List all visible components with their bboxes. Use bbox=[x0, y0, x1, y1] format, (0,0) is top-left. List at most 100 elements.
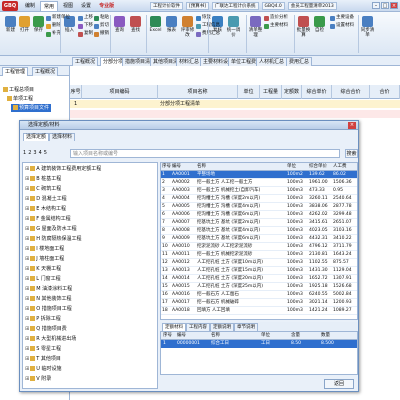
ribbon-small-button[interactable]: 设置材料 bbox=[330, 23, 354, 29]
ribbon-small-button[interactable]: 新建单位 bbox=[46, 15, 70, 21]
work-tab[interactable]: 人材机汇总 bbox=[256, 57, 288, 66]
chapter-item[interactable]: ⊞ B 桩基工程 bbox=[25, 175, 61, 184]
ribbon-small-button[interactable]: 撤销 bbox=[94, 31, 109, 37]
menu-item[interactable]: 视图 bbox=[60, 1, 76, 11]
chapter-item[interactable]: ⊞ K 天棚工程 bbox=[25, 265, 61, 274]
chapter-item[interactable]: ⊞ J 墙柱面工程 bbox=[25, 255, 64, 264]
menu-item[interactable]: 专业版 bbox=[96, 1, 117, 11]
ribbon-button[interactable]: 统一调价 bbox=[226, 16, 241, 38]
ribbon-small-button[interactable]: 删除 bbox=[46, 23, 61, 29]
ribbon-small-button[interactable]: 粘贴 bbox=[94, 15, 109, 21]
quota-row[interactable]: 2 AA0002 挖一般土方 人工挖一般土方 100m3 1961.00 1506.36 bbox=[161, 179, 357, 187]
ribbon-button[interactable]: 保存 bbox=[31, 16, 46, 33]
ribbon-button[interactable]: 评审修改 bbox=[180, 16, 195, 38]
detail-tab[interactable]: 定额说明 bbox=[210, 323, 234, 331]
chapter-item[interactable]: ⊞ D 混凝土工程 bbox=[25, 195, 67, 204]
ribbon-small-button[interactable]: 主要材料 bbox=[264, 23, 288, 29]
project-tab[interactable]: 工程管理 bbox=[2, 67, 29, 76]
work-tab[interactable]: 工程概况 bbox=[72, 57, 99, 66]
ribbon-button[interactable]: 查找 bbox=[128, 16, 143, 33]
minimize-icon[interactable]: – bbox=[372, 2, 380, 9]
chapter-item[interactable]: ⊞ S 零星工程 bbox=[25, 345, 61, 354]
chapter-item[interactable]: ⊞ P 拆除工程 bbox=[25, 315, 61, 324]
quota-row[interactable]: 1 AA0001 平整场地 100m2 139.62 86.02 bbox=[161, 171, 357, 179]
quota-row[interactable]: 18 AA0018 回填方 人工回填 100m3 1421.24 1089.27 bbox=[161, 307, 357, 315]
dialog-tab[interactable]: 选择材料 bbox=[49, 133, 76, 141]
quota-row[interactable]: 11 AA0011 挖一般土方 机械挖淤泥流砂 100m3 2130.81 1643.24 bbox=[161, 251, 357, 259]
ribbon-small-button[interactable]: 上移 bbox=[78, 15, 93, 21]
search-button[interactable]: 搜索 bbox=[345, 149, 358, 158]
quota-row[interactable]: 4 AA0004 挖沟槽土方 沟槽 (深度2m以内) 100m3 3260.11 2540… bbox=[161, 195, 357, 203]
dialog-tab[interactable]: 选择定额 bbox=[23, 133, 50, 141]
chapter-item[interactable]: ⊞ R 大型机械进出场 bbox=[25, 335, 76, 344]
chapter-item[interactable]: ⊞ O 措施项目工程 bbox=[25, 305, 72, 314]
level-button[interactable]: 4 bbox=[39, 150, 42, 157]
return-button[interactable]: 返回 bbox=[324, 379, 354, 389]
project-tab[interactable]: 工程概况 bbox=[32, 67, 59, 76]
level-button[interactable]: 1 bbox=[23, 150, 26, 157]
quota-row[interactable]: 10 AA0010 挖淤泥流砂 人工挖淤泥流砂 100m3 4796.12 3711.79 bbox=[161, 243, 357, 251]
chapter-item[interactable]: ⊞ Q 措施项目费 bbox=[25, 325, 67, 334]
chapter-item[interactable]: ⊞ U 临时设施 bbox=[25, 365, 61, 374]
dialog-close-icon[interactable]: × bbox=[348, 122, 356, 129]
quota-row[interactable]: 13 AA0013 人工挖孔桩 土方 (深度15m以内) 100m3 1431.30 11… bbox=[161, 267, 357, 275]
chapter-item[interactable]: ⊞ C 砌筑工程 bbox=[25, 185, 61, 194]
level-button[interactable]: 5 bbox=[44, 150, 47, 157]
ribbon-button[interactable]: 自检 bbox=[312, 16, 327, 33]
menu-item[interactable]: 常用 bbox=[40, 1, 59, 11]
quota-row[interactable]: 3 AA0003 挖一般土方 机械挖土(自卸汽车) 100m3 473.33 0.95 bbox=[161, 187, 357, 195]
quota-row[interactable]: 14 AA0014 人工挖孔桩 土方 (深度20m以内) 100m3 1652.72 13… bbox=[161, 275, 357, 283]
detail-tab[interactable]: 工程内容 bbox=[186, 323, 210, 331]
chapter-item[interactable]: ⊞ H 防腐隔热保温工程 bbox=[25, 235, 82, 244]
level-button[interactable]: 2 bbox=[28, 150, 31, 157]
ribbon-button[interactable]: 批量换算 bbox=[296, 16, 311, 38]
maximize-icon[interactable]: □ bbox=[381, 2, 389, 9]
ribbon-button[interactable]: 报表 bbox=[164, 16, 179, 33]
ribbon-button[interactable]: 同步清单 bbox=[360, 16, 375, 38]
quota-row[interactable]: 8 AA0008 挖基坑土方 基坑 (深度4m以内) 100m3 4023.05 3103… bbox=[161, 227, 357, 235]
quota-row[interactable]: 15 AA0015 人工挖孔桩 土方 (深度25m以内) 100m3 1925.18 15… bbox=[161, 283, 357, 291]
ribbon-button[interactable]: 查询 bbox=[112, 16, 127, 33]
quota-row[interactable]: 6 AA0006 挖沟槽土方 沟槽 (深度6m以内) 100m3 4262.02 3299… bbox=[161, 211, 357, 219]
close-icon[interactable]: × bbox=[390, 2, 398, 9]
detail-tab[interactable]: 章节说明 bbox=[234, 323, 258, 331]
ribbon-small-button[interactable]: 补充 bbox=[46, 31, 61, 37]
quota-row[interactable]: 7 AA0007 挖基坑土方 基坑 (深度2m以内) 100m3 3415.61 2651… bbox=[161, 219, 357, 227]
search-input[interactable]: 输入项目名称或编号 bbox=[70, 149, 340, 158]
menu-item[interactable]: 设置 bbox=[78, 1, 94, 11]
detail-row[interactable]: 1 00000001 综合工日 工日 8.50 8.500 bbox=[161, 340, 357, 348]
menu-item[interactable]: 编制 bbox=[22, 1, 38, 11]
ribbon-button[interactable]: 新建 bbox=[3, 16, 18, 33]
work-tab[interactable]: 费用汇总 bbox=[286, 57, 313, 66]
quota-row[interactable]: 12 AA0012 人工挖孔桩 土方 (深度10m以内) 100m3 1102.55 87… bbox=[161, 259, 357, 267]
ribbon-small-button[interactable]: 下移 bbox=[78, 23, 93, 29]
chapter-item[interactable]: ⊞ A 建筑装饰工程费用定额工程 bbox=[25, 165, 101, 174]
chapter-item[interactable]: ⊞ I 楼地面工程 bbox=[25, 245, 64, 254]
tree-item[interactable]: 预算项目文件 bbox=[11, 104, 52, 112]
ribbon-small-button[interactable]: 剪切 bbox=[94, 23, 109, 29]
chapter-item[interactable]: ⊞ L 门窗工程 bbox=[25, 275, 61, 284]
chapter-item[interactable]: ⊞ T 其他项目 bbox=[25, 355, 61, 364]
grid-row[interactable]: 1 分部分项工程清单 bbox=[70, 100, 400, 108]
ribbon-button[interactable]: Excel bbox=[148, 16, 163, 33]
work-tab[interactable]: 材料汇总 bbox=[176, 57, 203, 66]
chapter-item[interactable]: ⊞ F 金属结构工程 bbox=[25, 215, 71, 224]
chapter-item[interactable]: ⊞ E 木结构工程 bbox=[25, 205, 66, 214]
chapter-item[interactable]: ⊞ M 油漆涂料工程 bbox=[25, 285, 72, 294]
quota-row[interactable]: 9 AA0009 挖基坑土方 基坑 (深度6m以内) 100m3 4432.31 3410… bbox=[161, 235, 357, 243]
tree-item[interactable]: 工程总项目 bbox=[3, 86, 34, 94]
chapter-item[interactable]: ⊞ N 其他装饰工程 bbox=[25, 295, 72, 304]
quota-row[interactable]: 16 AA0016 挖一般石方 人工凿石 100m3 6240.55 5002.84 bbox=[161, 291, 357, 299]
detail-tab[interactable]: 定额材料 bbox=[162, 323, 186, 331]
chapter-item[interactable]: ⊞ V 附录 bbox=[25, 375, 51, 384]
quota-row[interactable]: 5 AA0005 挖沟槽土方 沟槽 (深度4m以内) 100m3 3838.06 2877… bbox=[161, 203, 357, 211]
ribbon-small-button[interactable]: 主要设备 bbox=[330, 15, 354, 21]
tree-item[interactable]: 单项工程 bbox=[7, 95, 33, 103]
level-button[interactable]: 3 bbox=[33, 150, 36, 157]
chapter-item[interactable]: ⊞ G 屋面及防水工程 bbox=[25, 225, 77, 234]
ribbon-button[interactable]: 清单整理 bbox=[248, 16, 263, 38]
ribbon-small-button[interactable]: 复制 bbox=[78, 31, 93, 37]
ribbon-small-button[interactable]: 造价分析 bbox=[264, 15, 288, 21]
ribbon-button[interactable]: 打开 bbox=[17, 16, 32, 33]
quota-row[interactable]: 17 AA0017 挖一般石方 机械破碎 100m3 3021.14 1200.93 bbox=[161, 299, 357, 307]
